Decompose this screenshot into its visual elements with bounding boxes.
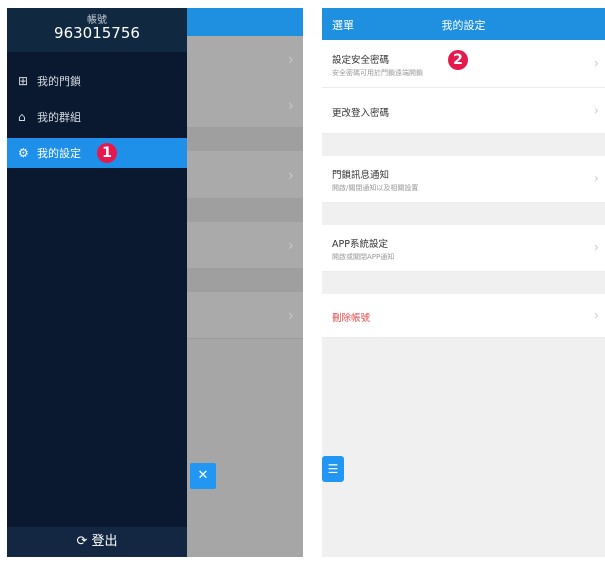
row-title: 門鎖訊息通知 — [332, 170, 390, 181]
account-header: 帳號 963015756 — [7, 8, 187, 52]
close-icon: ✕ — [197, 468, 209, 483]
settings-row-security-password[interactable]: 設定安全密碼 安全密碼可用於門鎖遠端開鎖 › 2 — [322, 40, 605, 88]
row-subtitle: 安全密碼可用於門鎖遠端開鎖 — [332, 69, 423, 77]
step-badge-2: 2 — [448, 50, 468, 70]
page-title: 我的設定 — [441, 19, 486, 32]
drawer-item-label: 我的設定 — [37, 147, 81, 160]
settings-screen: 選單 我的設定 設定安全密碼 安全密碼可用於門鎖遠端開鎖 › 2 更改登入密碼 … — [322, 8, 605, 557]
drawer-item-my-locks[interactable]: ⊞ 我的門鎖 — [7, 66, 187, 96]
drawer-screen: › › › › › 帳號 963015756 ⊞ 我的門鎖 ⌂ 我的群組 ⚙ 我… — [7, 8, 303, 557]
row-subtitle: 開啟或關閉APP通知 — [332, 253, 395, 261]
row-title: APP系統設定 — [332, 239, 388, 250]
drawer-item-label: 我的群組 — [37, 111, 81, 124]
home-icon: ⌂ — [18, 110, 26, 124]
chevron-right-icon: › — [287, 305, 294, 325]
chevron-right-icon: › — [593, 308, 599, 323]
drawer-item-my-settings[interactable]: ⚙ 我的設定 1 — [7, 138, 187, 168]
drawer-item-label: 我的門鎖 — [37, 75, 81, 88]
row-title: 更改登入密碼 — [332, 108, 390, 119]
chevron-right-icon: › — [287, 165, 294, 184]
hamburger-icon: ☰ — [327, 462, 339, 476]
close-drawer-button[interactable]: ✕ — [190, 463, 216, 489]
chevron-right-icon: › — [593, 103, 599, 118]
chevron-right-icon: › — [287, 49, 294, 69]
chevron-right-icon: › — [287, 235, 294, 255]
row-subtitle: 開啟/關閉通知以及相關設置 — [332, 184, 419, 192]
row-title: 設定安全密碼 — [332, 55, 390, 66]
settings-header: 選單 我的設定 — [322, 8, 605, 40]
gear-icon: ⚙ — [18, 146, 29, 160]
logout-label: 登出 — [91, 534, 118, 549]
chevron-right-icon: › — [593, 240, 599, 256]
chevron-right-icon: › — [593, 171, 599, 187]
chevron-right-icon: › — [287, 95, 294, 114]
chevron-right-icon: › — [593, 56, 599, 71]
open-menu-button[interactable]: ☰ — [322, 456, 344, 482]
settings-row-delete-account[interactable]: 刪除帳號 › — [322, 294, 605, 338]
account-number: 963015756 — [54, 24, 140, 42]
row-title: 刪除帳號 — [332, 313, 371, 324]
drawer-item-my-groups[interactable]: ⌂ 我的群組 — [7, 102, 187, 132]
logout-icon: ⟳ — [76, 534, 88, 549]
logout-button[interactable]: ⟳ 登出 — [7, 527, 187, 557]
step-badge-1: 1 — [97, 143, 117, 163]
side-drawer: 帳號 963015756 ⊞ 我的門鎖 ⌂ 我的群組 ⚙ 我的設定 1 ⟳ 登出 — [7, 8, 187, 557]
settings-row-login-password[interactable]: 更改登入密碼 › — [322, 88, 605, 134]
settings-row-app-settings[interactable]: APP系統設定 開啟或關閉APP通知 › — [322, 225, 605, 272]
grid-icon: ⊞ — [18, 74, 29, 88]
settings-row-lock-notifications[interactable]: 門鎖訊息通知 開啟/關閉通知以及相關設置 › — [322, 156, 605, 203]
